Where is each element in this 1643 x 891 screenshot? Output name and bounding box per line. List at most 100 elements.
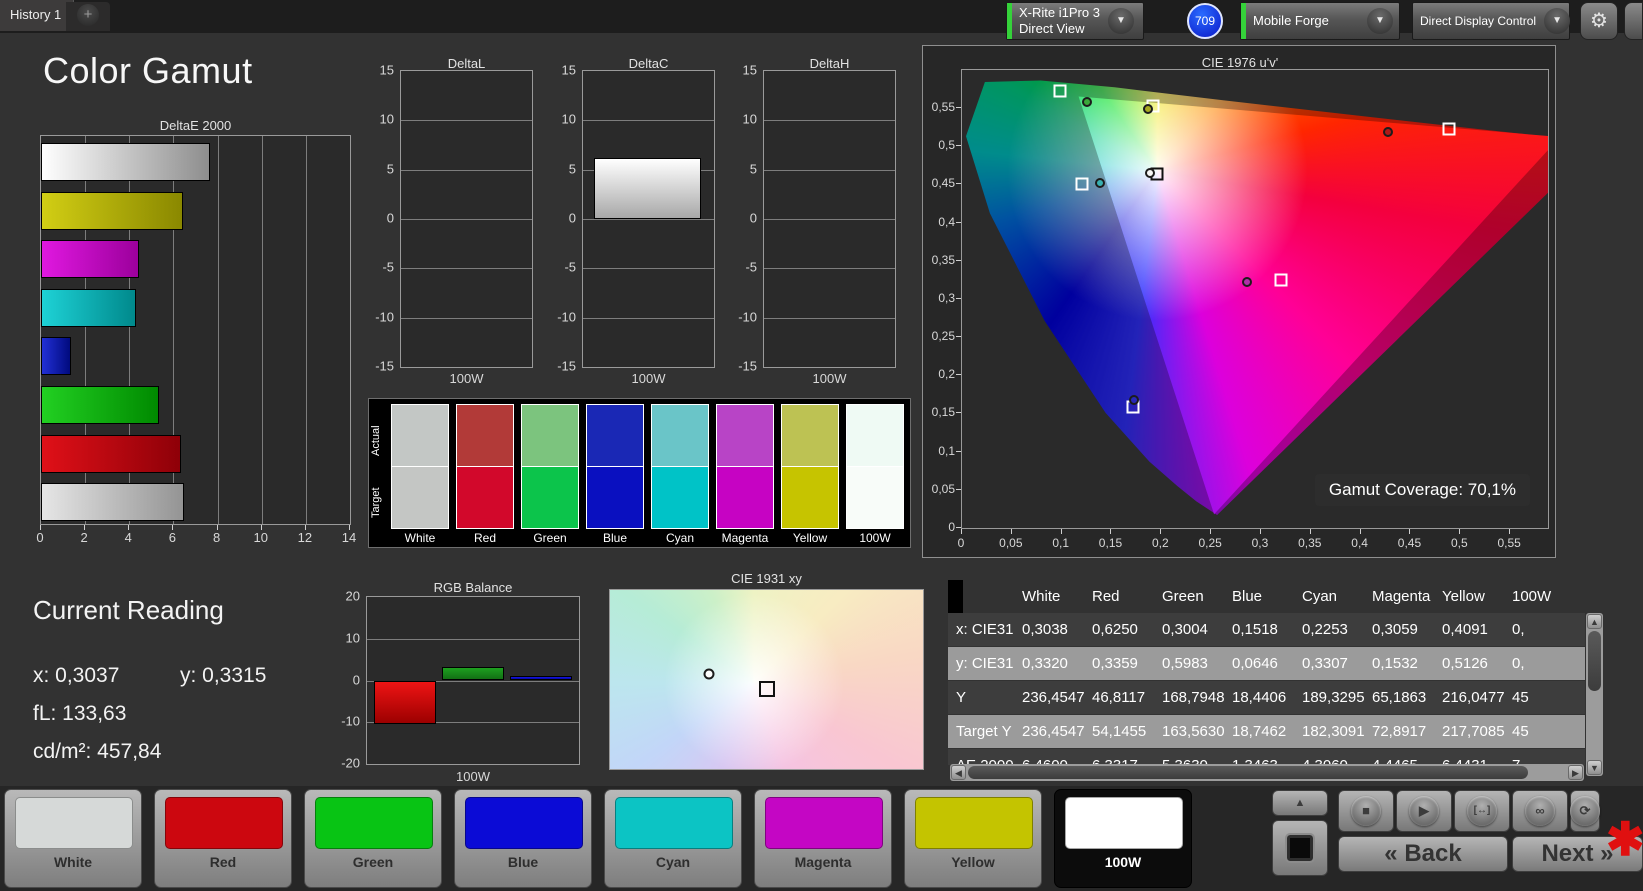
pattern-button-label: Blue	[507, 854, 539, 870]
cie1976-y-tick: 0,3	[938, 290, 955, 305]
table-row[interactable]: y: CIE31 0,3320 0,3359 0,5983 0,0646 0,3307 0,…	[948, 647, 1585, 680]
tab-history-1[interactable]: History 1	[0, 0, 75, 31]
table-cell: 0,6250	[1092, 621, 1138, 638]
gear-icon[interactable]: ⚙	[1580, 2, 1618, 40]
target-swatch-cyan	[651, 466, 709, 529]
hscroll-thumb[interactable]	[968, 766, 1528, 779]
cie1976-x-tick: 0,55	[1497, 536, 1521, 550]
deltae-x-tick: 4	[124, 530, 132, 545]
clipped-toolbar-button[interactable]	[1624, 2, 1643, 40]
swatch-column-magenta: Magenta	[716, 404, 774, 545]
table-cell: 163,5630	[1162, 723, 1225, 740]
actual-swatch-magenta	[716, 404, 774, 467]
swatch-label: Cyan	[665, 531, 694, 545]
scroll-up-icon[interactable]: ▲	[1587, 614, 1602, 629]
deltaH-y-tick: 0	[749, 210, 757, 226]
pattern-button-white[interactable]: White	[4, 789, 142, 888]
vscroll-thumb[interactable]	[1588, 631, 1601, 691]
play-button[interactable]: ▶	[1396, 790, 1452, 832]
actual-marker-yellow	[1143, 103, 1154, 114]
deltae-bar-green	[41, 386, 160, 424]
cie1976-y-tick: 0,35	[931, 252, 955, 267]
refresh-button[interactable]: ⟳	[1570, 790, 1600, 832]
refresh-icon: ⟳	[1570, 796, 1600, 826]
table-row[interactable]: ΔE 20006,46006,33175,36301,34634,30604,4…	[948, 749, 1585, 765]
infinity-icon: ∞	[1525, 796, 1555, 826]
deltal-chart-title: DeltaL	[447, 56, 486, 71]
target-swatch-100w	[846, 466, 904, 529]
pattern-button-yellow[interactable]: Yellow	[904, 789, 1042, 888]
table-header-cell: Blue	[1232, 588, 1263, 605]
scroll-right-icon[interactable]: ▶	[1568, 765, 1583, 780]
actual-swatch-white	[391, 404, 449, 467]
reading-fl: fL: 133,63	[33, 702, 127, 725]
continuous-button[interactable]: ∞	[1512, 790, 1568, 832]
pattern-window-button[interactable]	[1272, 820, 1328, 876]
pattern-button-magenta[interactable]: Magenta	[754, 789, 892, 888]
deltaH-x-label: 100W	[812, 371, 847, 386]
meter-dropdown[interactable]: X-Rite i1Pro 3 Direct View ▼	[1006, 2, 1144, 40]
swatch-column-green: Green	[521, 404, 579, 545]
cie1931-diagram[interactable]	[609, 589, 924, 770]
pattern-button-label: Green	[352, 854, 394, 870]
scroll-left-icon[interactable]: ◀	[951, 765, 966, 780]
cie1976-y-tick: 0	[948, 520, 955, 534]
back-button[interactable]: « Back	[1338, 836, 1508, 872]
display-control-dropdown[interactable]: Direct Display Control ▼	[1412, 2, 1571, 40]
cie1976-diagram[interactable]: Gamut Coverage: 70,1%	[961, 69, 1549, 529]
pattern-swatch	[1065, 797, 1183, 849]
cie1976-x-tick: 0,1	[1052, 536, 1069, 550]
cie1976-y-tick: 0,4	[938, 214, 955, 229]
cie1976-x-tick: 0,45	[1397, 536, 1422, 550]
cie1976-x-tick: 0,15	[1098, 536, 1123, 550]
collapse-panel-button[interactable]: ▲	[1272, 790, 1328, 816]
table-row[interactable]: x: CIE31 0,3038 0,6250 0,3004 0,1518 0,2253 0,…	[948, 613, 1585, 646]
table-horizontal-scrollbar[interactable]: ◀ ▶	[950, 764, 1584, 781]
swatch-column-100w: 100W	[846, 404, 904, 545]
table-header-row: White Red Green Blue Cyan Magenta Yellow 100W	[948, 580, 1585, 613]
step-button[interactable]: [↔]	[1454, 790, 1510, 832]
pattern-button-red[interactable]: Red	[154, 789, 292, 888]
scroll-down-icon[interactable]: ▼	[1587, 760, 1602, 775]
pattern-button-green[interactable]: Green	[304, 789, 442, 888]
current-reading-title: Current Reading	[33, 595, 224, 625]
chevron-up-icon: ▲	[1294, 797, 1306, 809]
table-cell: 65,1863	[1372, 689, 1427, 706]
pattern-button-100w[interactable]: 100W	[1054, 789, 1192, 888]
table-cell: 236,4547	[1022, 689, 1085, 706]
target-marker-magenta	[1274, 273, 1288, 287]
target-swatch-yellow	[781, 466, 839, 529]
meter-dropdown-label: X-Rite i1Pro 3 Direct View	[1019, 5, 1100, 36]
deltaL-y-tick: 0	[386, 210, 394, 226]
pattern-button-blue[interactable]: Blue	[454, 789, 592, 888]
colorspace-badge-709[interactable]: 709	[1187, 3, 1223, 39]
target-marker-red	[1442, 122, 1456, 136]
pattern-button-cyan[interactable]: Cyan	[604, 789, 742, 888]
table-cell: 45	[1512, 723, 1529, 740]
swatch-label: Red	[473, 531, 496, 545]
table-row[interactable]: Target Y 236,4547 54,1455 163,5630 18,7462 18…	[948, 715, 1585, 748]
table-cell: 0,	[1512, 655, 1525, 672]
table-cell: 236,4547	[1022, 723, 1085, 740]
stop-button[interactable]: ■	[1338, 790, 1394, 832]
add-tab-button[interactable]: +	[66, 2, 110, 31]
cie1976-y-tick: 0,25	[931, 329, 955, 344]
cie1976-title: CIE 1976 u'v'	[1201, 55, 1279, 70]
target-swatch-blue	[586, 466, 644, 529]
deltae-x-tick: 8	[212, 530, 221, 545]
pattern-swatch	[765, 797, 883, 849]
table-vertical-scrollbar[interactable]: ▲ ▼	[1586, 613, 1603, 776]
source-dropdown[interactable]: Mobile Forge ▼	[1240, 2, 1400, 40]
table-cell: 0,5983	[1162, 655, 1208, 672]
deltaL-y-tick: 5	[386, 161, 394, 177]
table-cell: 0,	[1512, 621, 1525, 638]
deltae-x-tick: 14	[341, 530, 357, 545]
deltaC-y-tick: 15	[561, 62, 576, 78]
rgb-y-tick: 0	[352, 672, 360, 687]
table-row[interactable]: Y 236,4547 46,8117 168,7948 18,4406 189,3295 6…	[948, 681, 1585, 714]
table-cell: 45	[1512, 689, 1529, 706]
table-row-label: x: CIE31	[956, 621, 1014, 638]
deltae-bar-white	[41, 483, 184, 522]
deltaH-y-tick: 15	[742, 62, 757, 78]
actual-target-swatch-panel: Actual Target White Red Green Blue Cyan Magen…	[368, 398, 911, 548]
